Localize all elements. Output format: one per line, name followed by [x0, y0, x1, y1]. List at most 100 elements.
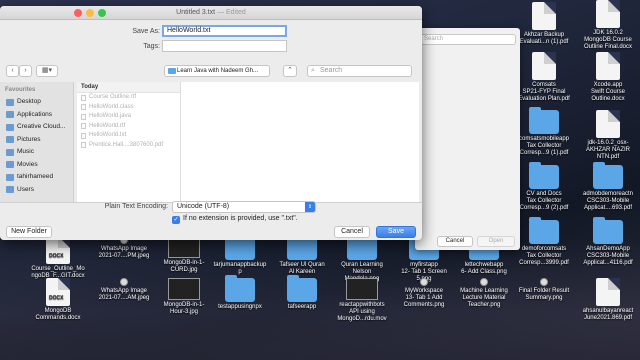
desktop-item[interactable]: admobdemoreactn CSC303-Mobile Applicat..… — [576, 162, 640, 212]
desktop-item[interactable]: Final Folder Result Summary.png — [512, 278, 576, 302]
forward-button[interactable]: › — [19, 65, 32, 77]
file-icon — [81, 132, 86, 139]
folder-icon — [287, 275, 317, 302]
file-row[interactable]: HelloWorld.java — [77, 112, 180, 122]
checkmark-icon: ✓ — [173, 217, 179, 223]
desktop-item[interactable]: Machine Learning Lecture Material Teache… — [452, 278, 516, 309]
encoding-select[interactable]: Unicode (UTF-8) ⇕ — [172, 201, 316, 213]
window-title: Untitled 3.txt — Edited — [0, 9, 422, 16]
file-row[interactable]: Prentice.Hall....3807600.pdf — [77, 141, 180, 151]
desktop-item[interactable]: testappusingnpx — [208, 275, 272, 311]
creative-cloud-icon — [6, 123, 14, 131]
view-icon: ▦▾ — [41, 67, 53, 74]
file-row[interactable]: HelloWorld.rtf — [77, 122, 180, 132]
desktop-item-label: CV and Docs Tax Collector Corresp...9 (2… — [519, 191, 569, 211]
desktop-item[interactable]: Comsats SP21-FYP Final Evaluation Plan.p… — [512, 52, 576, 103]
bg-cancel-button[interactable]: Cancel — [437, 236, 473, 247]
desktop-item[interactable]: WhatsApp Image 2021-07....AM.jpeg — [92, 278, 156, 302]
file-icon — [81, 94, 86, 101]
desktop-item-label: MongoDB-in-1- Hour-3.jpg — [163, 302, 205, 315]
folder-icon — [225, 275, 255, 302]
desktop-item[interactable]: tarjumanappbackup p — [208, 233, 272, 276]
search-input[interactable]: ⌕ Search — [307, 65, 412, 77]
file-row[interactable]: HelloWorld.class — [77, 103, 180, 113]
desktop-item[interactable]: DOCX Course_Outline_Mo ngoDB_F...GIT.docx — [26, 236, 90, 280]
sidebar-item-label: Users — [17, 185, 34, 193]
desktop-item[interactable]: comsatsmobileapp Tax Collector Corresp..… — [512, 107, 576, 157]
sidebar-item-desktop[interactable]: Desktop — [0, 96, 73, 109]
search-placeholder: Search — [320, 67, 343, 74]
desktop-item[interactable]: Akhzar Backup Evaluati...n (1).pdf — [512, 2, 576, 46]
desktop-item-label: admobdemoreactn CSC303-Mobile Applicat..… — [582, 191, 634, 211]
folder-icon — [6, 186, 14, 194]
cancel-button[interactable]: Cancel — [334, 226, 370, 238]
desktop-item[interactable]: Xcode.app Swift Course Outline.docx — [576, 52, 640, 103]
desktop-item[interactable]: Tafseer Ul Quran Al Kareen — [270, 233, 334, 276]
save-as-field[interactable]: HelloWorld.txt — [162, 25, 287, 37]
extension-checkbox[interactable]: ✓ — [172, 216, 180, 224]
desktop-item-label: MyWorkspace 13- Tab 1 Add Comments.png — [403, 288, 445, 308]
file-name: Course Outline.rtf — [89, 94, 137, 100]
desktop-item-label: testappusingnpx — [218, 304, 262, 310]
desktop-item-label: lettechwebapp 6- Add Class.png — [461, 262, 507, 275]
desktop-item[interactable]: reactappwithbots API using MongoD...rdu.… — [330, 278, 394, 323]
collapse-button[interactable]: ⌃ — [283, 65, 297, 77]
desktop-item[interactable]: MongoDB-in-1- CURD.jpg — [152, 236, 216, 274]
document-icon — [596, 52, 620, 80]
sidebar-item-music[interactable]: Music — [0, 146, 73, 159]
desktop-item[interactable]: Quran Learning Nelson Mandela.png — [330, 233, 394, 283]
desktop-item-label: MongoDB-in-1- CURD.jpg — [163, 260, 205, 273]
navigation-toolbar: ‹ › ▦▾ Learn Java with Nadeem Gh... ⌃ ⌕ S… — [0, 62, 422, 80]
save-dialog: Untitled 3.txt — Edited Save As: HelloWo… — [0, 6, 422, 240]
title-bar[interactable]: Untitled 3.txt — Edited — [0, 6, 422, 20]
desktop-item[interactable]: demoforcomsats Tax Collector Corresp...3… — [512, 217, 576, 267]
document-icon: DOCX — [46, 236, 70, 264]
pictures-icon — [6, 136, 14, 144]
location-label: Learn Java with Nadeem Gh... — [177, 68, 259, 74]
sidebar-item-label: Music — [17, 148, 34, 155]
save-as-label: Save As: — [132, 28, 160, 35]
desktop-item-label: comsatsmobileapp Tax Collector Corresp..… — [518, 136, 570, 156]
sidebar-item-users[interactable]: Users — [0, 184, 73, 197]
desktop-item[interactable]: DOCX MongoDB Commands.docx — [26, 278, 90, 322]
desktop-item[interactable]: MyWorkspace 13- Tab 1 Add Comments.png — [392, 278, 456, 309]
sidebar-item-movies[interactable]: Movies — [0, 159, 73, 172]
desktop-item-label: MongoDB Commands.docx — [35, 308, 81, 321]
bg-open-button[interactable]: Open — [477, 236, 515, 247]
desktop-item-label: Xcode.app Swift Course Outline.docx — [590, 82, 625, 102]
desktop-item[interactable]: ahsanulbayanreact June2021.869.pdf — [576, 278, 640, 322]
sidebar-heading: Favourites — [5, 87, 36, 93]
desktop-item[interactable]: CV and Docs Tax Collector Corresp...9 (2… — [512, 162, 576, 212]
file-row[interactable]: Course Outline.rtf — [77, 93, 180, 103]
save-button[interactable]: Save — [376, 226, 416, 238]
file-name: HelloWorld.txt — [89, 132, 127, 138]
location-popup[interactable]: Learn Java with Nadeem Gh... — [164, 65, 270, 77]
chevron-updown-icon: ⇕ — [305, 202, 315, 212]
sidebar-item-creative-cloud[interactable]: Creative Cloud... — [0, 121, 73, 134]
desktop-item[interactable]: MongoDB-in-1- Hour-3.jpg — [152, 278, 216, 316]
tags-field[interactable] — [162, 40, 287, 52]
sidebar-item-label: Pictures — [17, 135, 41, 143]
desktop-item[interactable]: tafseerapp — [270, 275, 334, 311]
sidebar-item-label: tahirhameed — [17, 173, 54, 180]
sidebar-item-applications[interactable]: Applications — [0, 109, 73, 122]
chevron-up-icon: ⌃ — [287, 67, 293, 74]
sidebar-item-home[interactable]: tahirhameed — [0, 171, 73, 184]
sidebar-item-label: Creative Cloud... — [17, 123, 66, 130]
desktop-item[interactable]: AhsanDemoApp CSC303-Mobile Applicat...41… — [576, 217, 640, 267]
document-icon — [532, 52, 556, 80]
folder-icon — [593, 217, 623, 244]
new-folder-button[interactable]: New Folder — [6, 226, 52, 238]
file-icon — [81, 113, 86, 120]
image-thumbnail-icon — [540, 278, 548, 286]
file-row[interactable]: HelloWorld.txt — [77, 131, 180, 141]
file-name: HelloWorld.rtf — [89, 122, 126, 129]
desktop-item[interactable]: JDK 16.0.2 MongoDB Course Outline Final.… — [576, 0, 640, 51]
applications-icon — [6, 111, 14, 119]
sidebar-item-pictures[interactable]: Pictures — [0, 134, 73, 147]
desktop-item[interactable]: jdk-16.0.2_osx- AKHZAR NAZIR NTN.pdf — [576, 110, 640, 161]
view-options-button[interactable]: ▦▾ — [36, 65, 58, 77]
bg-search-field[interactable]: Search — [419, 34, 516, 45]
back-button[interactable]: ‹ — [6, 65, 19, 77]
document-icon — [596, 278, 620, 306]
